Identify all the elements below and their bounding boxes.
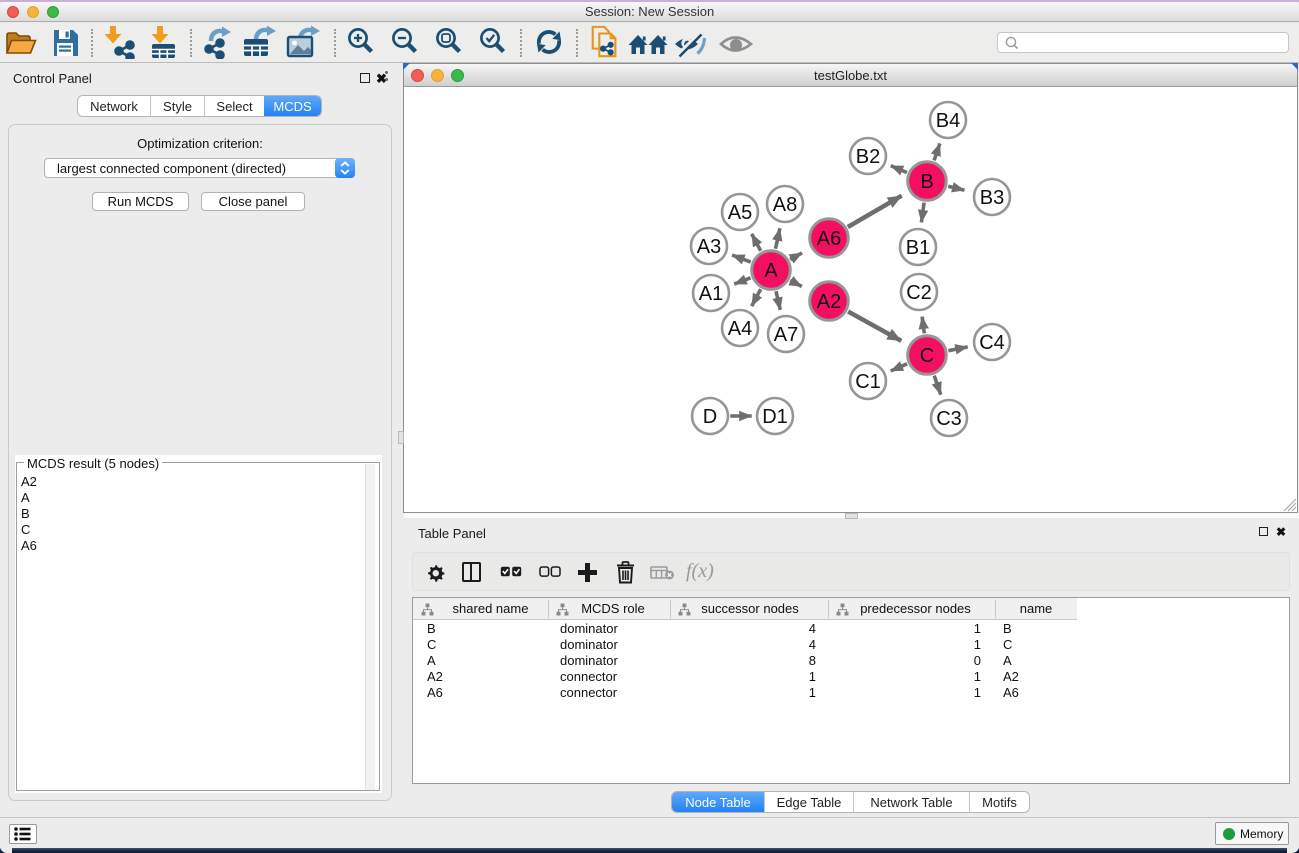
svg-text:D1: D1	[762, 406, 788, 428]
svg-text:A: A	[764, 260, 778, 282]
svg-text:B4: B4	[936, 110, 960, 132]
svg-text:B: B	[920, 171, 933, 193]
svg-text:C2: C2	[906, 282, 932, 304]
svg-text:B1: B1	[906, 237, 930, 259]
svg-text:B2: B2	[856, 146, 880, 168]
svg-text:A8: A8	[773, 194, 797, 216]
svg-text:A7: A7	[774, 324, 798, 346]
svg-text:A2: A2	[817, 291, 841, 313]
svg-text:C3: C3	[936, 408, 962, 430]
svg-text:C1: C1	[855, 371, 881, 393]
svg-text:A1: A1	[699, 283, 723, 305]
svg-text:A6: A6	[817, 228, 841, 250]
svg-text:A4: A4	[728, 318, 752, 340]
svg-text:C: C	[920, 345, 934, 367]
svg-text:B3: B3	[980, 187, 1004, 209]
svg-text:C4: C4	[979, 332, 1005, 354]
svg-text:D: D	[703, 406, 717, 428]
svg-text:A5: A5	[728, 202, 752, 224]
svg-text:A3: A3	[697, 236, 721, 258]
